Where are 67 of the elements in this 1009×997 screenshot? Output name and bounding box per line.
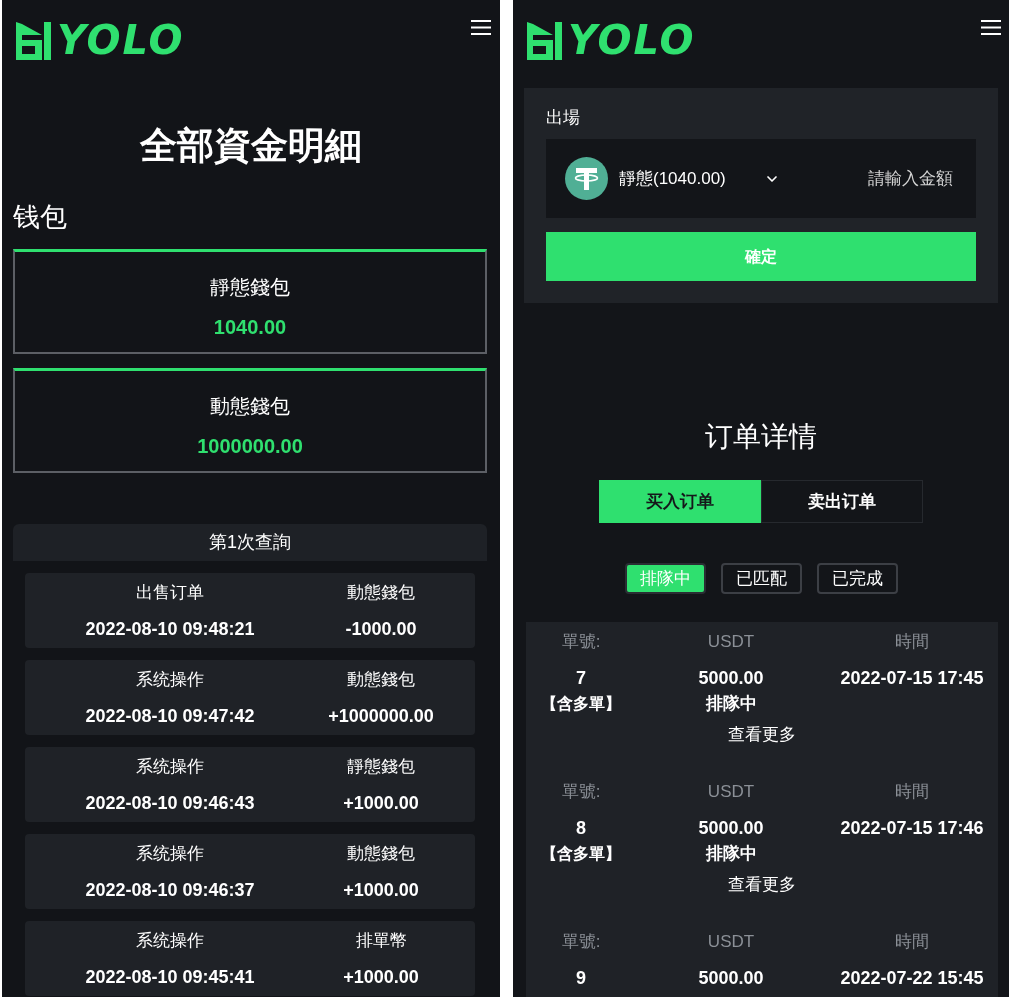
order-tab[interactable]: 买入订单 (599, 480, 761, 523)
order-column-header: 時間 (895, 631, 929, 653)
record-wallet: 動態錢包 (347, 669, 415, 691)
menu-icon[interactable] (981, 20, 1001, 35)
order-number: 9 (576, 967, 586, 990)
record-amount: +1000.00 (343, 792, 419, 815)
coin-icon (565, 157, 608, 200)
record-time: 2022-08-10 09:46:43 (85, 792, 255, 815)
order-amount: 5000.00 (698, 667, 764, 690)
withdraw-field[interactable]: 靜態(1040.00) 請輸入金額 (546, 139, 976, 218)
record-type: 系统操作 (136, 669, 204, 691)
query-header: 第1次查詢 (13, 524, 487, 561)
order-status: 排隊中 (705, 693, 757, 715)
section-title: 订单详情 (705, 420, 817, 454)
menu-icon[interactable] (471, 20, 491, 35)
record-type: 系统操作 (136, 930, 204, 952)
record-amount: -1000.00 (345, 618, 417, 641)
order-column-header: 單號: (561, 631, 601, 653)
record-time: 2022-08-10 09:46:37 (85, 879, 255, 902)
record-type: 出售订单 (136, 582, 204, 604)
amount-input[interactable]: 請輸入金額 (789, 165, 953, 192)
order-column-header: USDT (707, 631, 755, 653)
order-column-header: 單號: (561, 781, 601, 803)
wallet-amount: 1040.00 (213, 315, 287, 340)
order-column-header: USDT (707, 781, 755, 803)
record-amount: +1000.00 (343, 966, 419, 989)
logo-mark-icon (527, 22, 563, 60)
order-column-header: 單號: (561, 931, 601, 953)
order-number: 7 (576, 667, 586, 690)
view-more-link[interactable]: 查看更多 (728, 873, 796, 897)
page-title: 全部資金明細 (140, 124, 362, 168)
order-time: 2022-07-15 17:46 (840, 817, 984, 840)
view-more-link[interactable]: 查看更多 (728, 723, 796, 747)
record-time: 2022-08-10 09:47:42 (85, 705, 255, 728)
order-column-header: USDT (707, 931, 755, 953)
logo-text: YOLO (57, 20, 185, 60)
order-tag: 【含多單】 (541, 841, 621, 866)
status-filter[interactable]: 已匹配 (720, 563, 802, 594)
order-tag: 【含多單】 (541, 691, 621, 716)
wallet-label: 靜態錢包 (210, 275, 290, 300)
record-wallet: 靜態錢包 (347, 756, 415, 778)
order-column-header: 時間 (895, 931, 929, 953)
logo-mark-icon (16, 22, 52, 60)
record-amount: +1000.00 (343, 879, 419, 902)
order-column-header: 時間 (895, 781, 929, 803)
wallet-amount: 1000000.00 (197, 434, 303, 459)
section-heading: 钱包 (13, 201, 67, 233)
order-number: 8 (576, 817, 586, 840)
order-time: 2022-07-15 17:45 (840, 667, 984, 690)
record-time: 2022-08-10 09:48:21 (85, 618, 255, 641)
order-status: 排隊中 (705, 843, 757, 865)
record-type: 系统操作 (136, 756, 204, 778)
wallet-label: 動態錢包 (210, 394, 290, 419)
logo-text: YOLO (568, 20, 696, 60)
record-wallet: 動態錢包 (347, 582, 415, 604)
wallet-select[interactable]: 靜態(1040.00) (565, 157, 780, 200)
record-wallet: 排單幣 (355, 930, 407, 952)
order-amount: 5000.00 (698, 967, 764, 990)
withdraw-label: 出場 (546, 107, 580, 129)
record-time: 2022-08-10 09:45:41 (85, 966, 255, 989)
record-wallet: 動態錢包 (347, 843, 415, 865)
status-filter[interactable]: 已完成 (816, 563, 898, 594)
order-amount: 5000.00 (698, 817, 764, 840)
order-time: 2022-07-22 15:45 (840, 967, 984, 990)
order-tab[interactable]: 卖出订单 (761, 480, 923, 523)
record-type: 系统操作 (136, 843, 204, 865)
record-amount: +1000000.00 (328, 705, 434, 728)
